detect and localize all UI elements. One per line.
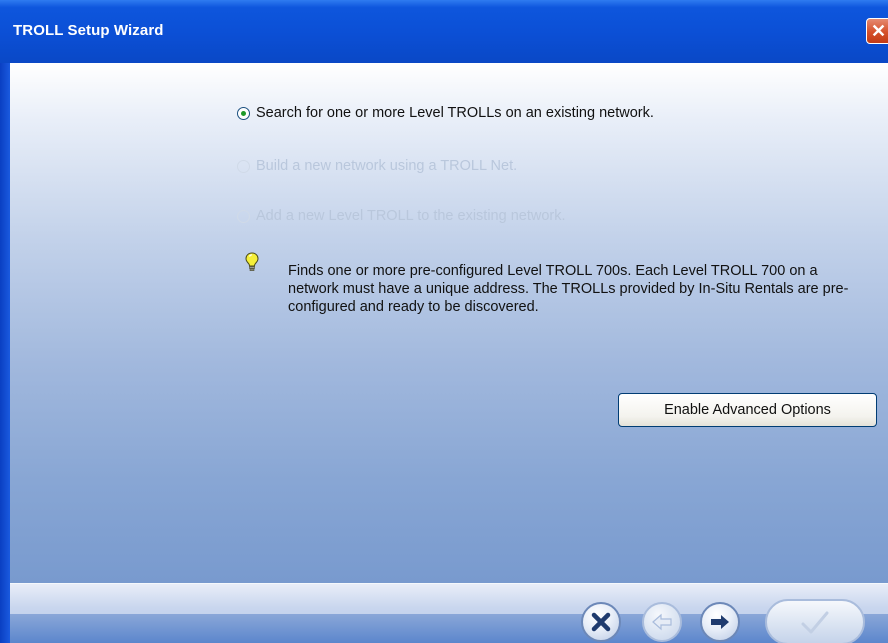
checkmark-icon — [801, 611, 829, 634]
option-build-new-network: Build a new network using a TROLL Net. — [237, 155, 517, 177]
title-bar: TROLL Setup Wizard ✕ — [0, 0, 888, 63]
option-add-new-troll: Add a new Level TROLL to the existing ne… — [237, 205, 566, 227]
radio-button-checked[interactable] — [237, 106, 250, 120]
wizard-content — [10, 63, 888, 643]
window-frame-left — [0, 63, 10, 643]
close-button[interactable]: ✕ — [866, 18, 888, 44]
option-label: Add a new Level TROLL to the existing ne… — [256, 208, 566, 224]
arrow-right-icon — [711, 615, 729, 629]
wizard-navigation-bar — [10, 583, 888, 643]
next-button[interactable] — [700, 602, 740, 642]
option-search-existing-network[interactable]: Search for one or more Level TROLLs on a… — [237, 102, 654, 124]
lightbulb-icon — [245, 252, 259, 272]
finish-button — [765, 599, 865, 643]
arrow-left-icon — [652, 613, 672, 631]
close-icon: ✕ — [871, 21, 887, 41]
hint-description: Finds one or more pre-configured Level T… — [288, 263, 849, 315]
window-title: TROLL Setup Wizard — [13, 22, 164, 39]
x-icon — [591, 612, 611, 632]
radio-button — [237, 159, 250, 173]
cancel-button[interactable] — [581, 602, 621, 642]
back-button — [642, 602, 682, 642]
enable-advanced-options-button[interactable]: Enable Advanced Options — [618, 393, 877, 427]
radio-button — [237, 209, 250, 223]
setup-wizard-window: TROLL Setup Wizard ✕ Search for one or m… — [0, 0, 888, 643]
option-label: Search for one or more Level TROLLs on a… — [256, 105, 654, 121]
option-label: Build a new network using a TROLL Net. — [256, 158, 518, 174]
